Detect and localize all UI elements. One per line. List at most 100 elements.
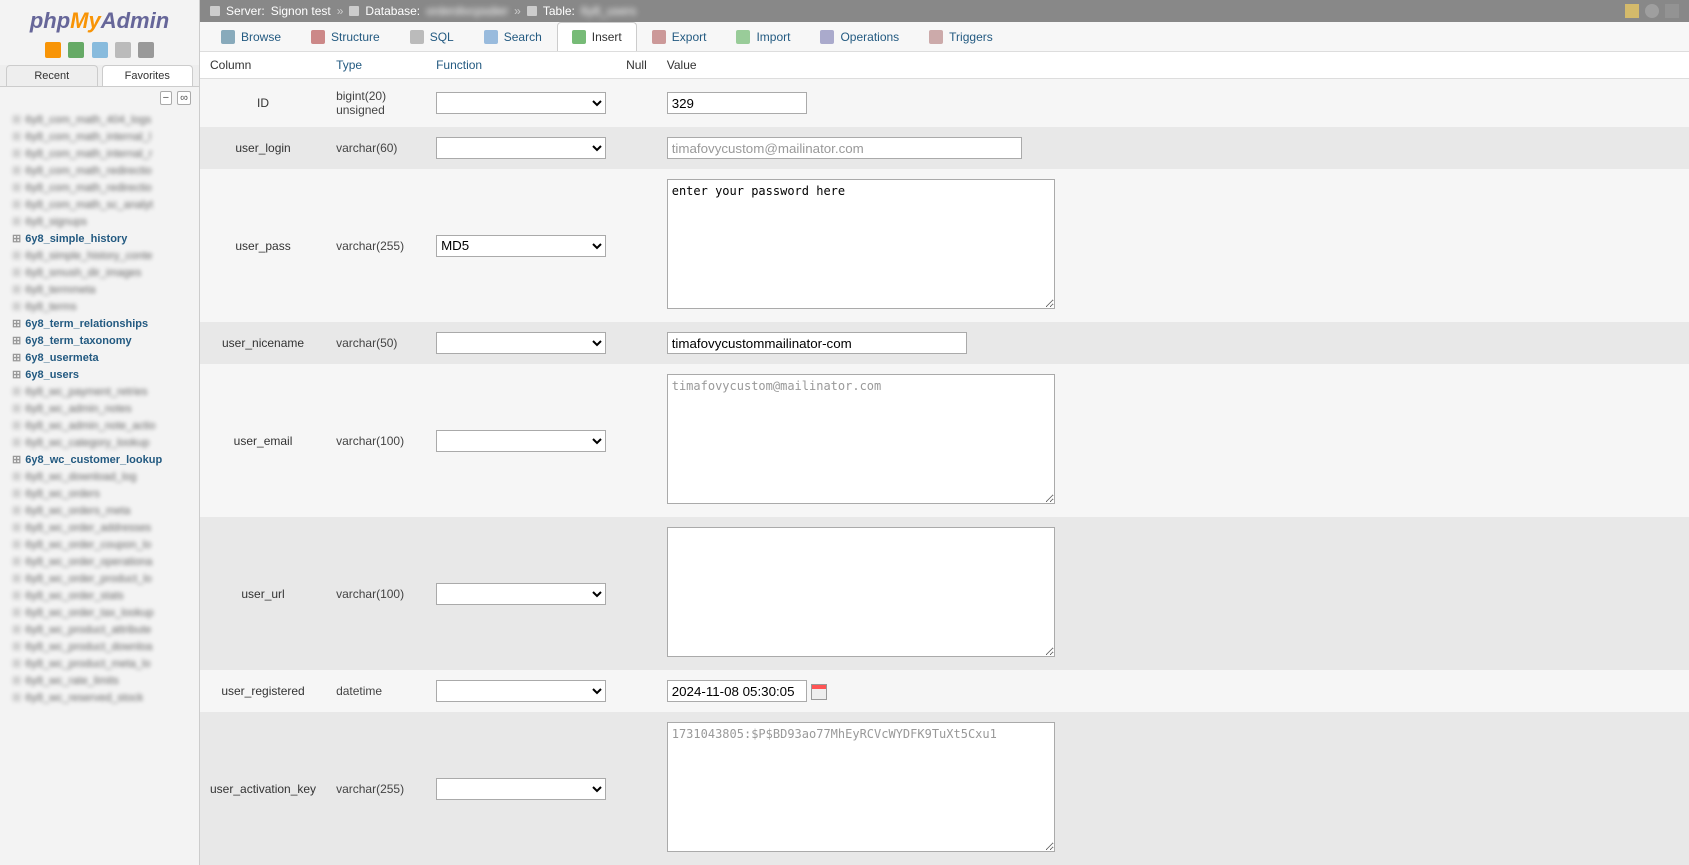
tree-item[interactable]: 6y8_wc_order_coupon_lo (4, 536, 195, 553)
tab-insert[interactable]: Insert (557, 22, 637, 51)
value-input[interactable] (667, 680, 807, 702)
tree-item[interactable]: 6y8_smush_dir_images (4, 264, 195, 281)
column-type: varchar(50) (326, 322, 426, 364)
value-input[interactable] (667, 332, 967, 354)
tree-item[interactable]: 6y8_term_relationships (4, 315, 195, 332)
settings-icon[interactable] (138, 42, 154, 58)
breadcrumb-sep: » (514, 4, 521, 18)
breadcrumb-db[interactable]: orderdivcpsdier (426, 4, 508, 18)
function-select[interactable] (436, 430, 606, 452)
tree-item[interactable]: 6y8_com_math_sc_analyt (4, 196, 195, 213)
gear-icon[interactable] (1645, 4, 1659, 18)
exit-icon[interactable] (1665, 4, 1679, 18)
breadcrumb-table[interactable]: 6y8_users (581, 4, 636, 18)
top-tabs: Browse Structure SQL Search Insert Expor… (200, 22, 1689, 52)
tree-item[interactable]: 6y8_wc_download_log (4, 468, 195, 485)
tree-item[interactable]: 6y8_com_math_internal_l (4, 128, 195, 145)
value-input[interactable]: enter your password here (667, 179, 1055, 309)
tree-item[interactable]: 6y8_com_math_redirectio (4, 179, 195, 196)
tree-item[interactable]: 6y8_wc_order_product_lo (4, 570, 195, 587)
tree-item[interactable]: 6y8_wc_category_lookup (4, 434, 195, 451)
function-select[interactable] (436, 583, 606, 605)
value-cell: 1731043805:$P$BD93ao77MhEyRCVcWYDFK9TuXt… (657, 712, 1689, 865)
main: Server: Signon test » Database: orderdiv… (200, 0, 1689, 865)
tree-item[interactable]: 6y8_wc_reserved_stock (4, 689, 195, 706)
tree-item[interactable]: 6y8_wc_payment_retries (4, 383, 195, 400)
col-header-type[interactable]: Type (326, 52, 426, 79)
operations-icon (820, 30, 834, 44)
tab-search[interactable]: Search (469, 22, 557, 51)
home-icon[interactable] (45, 42, 61, 58)
value-cell (657, 517, 1689, 670)
tree-item[interactable]: 6y8_wc_order_addresses (4, 519, 195, 536)
logo[interactable]: phpMyAdmin (0, 0, 199, 38)
function-select[interactable] (436, 332, 606, 354)
sidebar-toolbar (0, 38, 199, 65)
tab-sql[interactable]: SQL (395, 22, 469, 51)
tree-item[interactable]: 6y8_wc_product_meta_lo (4, 655, 195, 672)
tree-item[interactable]: 6y8_wc_product_attribute (4, 621, 195, 638)
value-input[interactable] (667, 527, 1055, 657)
tree-item[interactable]: 6y8_termmeta (4, 281, 195, 298)
logout-icon[interactable] (68, 42, 84, 58)
breadcrumb-server-label: Server: (226, 4, 265, 18)
value-input[interactable]: timafovycustom@mailinator.com (667, 374, 1055, 504)
function-select[interactable] (436, 92, 606, 114)
calendar-icon[interactable] (811, 684, 827, 700)
form-row: user_passvarchar(255)MD5enter your passw… (200, 169, 1689, 322)
tree-item[interactable]: 6y8_wc_orders_meta (4, 502, 195, 519)
column-name: user_nicename (200, 322, 326, 364)
tab-structure[interactable]: Structure (296, 22, 395, 51)
tree-item[interactable]: 6y8_terms (4, 298, 195, 315)
tree-item[interactable]: 6y8_com_math_redirectio (4, 162, 195, 179)
col-header-function[interactable]: Function (426, 52, 616, 79)
tree-item[interactable]: 6y8_wc_admin_note_actio (4, 417, 195, 434)
tree-item[interactable]: 6y8_com_math_internal_r (4, 145, 195, 162)
function-select[interactable] (436, 137, 606, 159)
tree-item[interactable]: 6y8_wc_order_tax_lookup (4, 604, 195, 621)
browse-icon (221, 30, 235, 44)
insert-form-table: Column Type Function Null Value IDbigint… (200, 52, 1689, 865)
value-input[interactable] (667, 137, 1022, 159)
value-input[interactable]: 1731043805:$P$BD93ao77MhEyRCVcWYDFK9TuXt… (667, 722, 1055, 852)
tab-recent[interactable]: Recent (6, 65, 98, 86)
function-select[interactable] (436, 778, 606, 800)
page-settings-icon[interactable] (1625, 4, 1639, 18)
tab-favorites[interactable]: Favorites (102, 65, 194, 86)
tree-item[interactable]: 6y8_wc_product_downloa (4, 638, 195, 655)
content: Column Type Function Null Value IDbigint… (200, 52, 1689, 865)
tree-item[interactable]: 6y8_wc_orders (4, 485, 195, 502)
breadcrumb-server[interactable]: Signon test (271, 4, 331, 18)
docs-icon[interactable] (92, 42, 108, 58)
reload-icon[interactable] (115, 42, 131, 58)
function-select[interactable] (436, 680, 606, 702)
tree-item[interactable]: 6y8_simple_history (4, 230, 195, 247)
tab-triggers[interactable]: Triggers (914, 22, 1008, 51)
tree-item[interactable]: 6y8_wc_admin_notes (4, 400, 195, 417)
value-input[interactable] (667, 92, 807, 114)
tree-item[interactable]: 6y8_wc_order_operationa (4, 553, 195, 570)
tab-browse[interactable]: Browse (206, 22, 296, 51)
tree-item[interactable]: 6y8_com_math_404_logs (4, 111, 195, 128)
form-row: user_emailvarchar(100)timafovycustom@mai… (200, 364, 1689, 517)
tree-item[interactable]: 6y8_users (4, 366, 195, 383)
tab-export[interactable]: Export (637, 22, 722, 51)
function-select[interactable]: MD5 (436, 235, 606, 257)
import-icon (736, 30, 750, 44)
tree-item[interactable]: 6y8_simple_history_conte (4, 247, 195, 264)
column-type: bigint(20) unsigned (326, 79, 426, 128)
tree-item[interactable]: 6y8_usermeta (4, 349, 195, 366)
tab-import[interactable]: Import (721, 22, 805, 51)
link-icon[interactable]: ∞ (177, 91, 191, 105)
form-row: user_urlvarchar(100) (200, 517, 1689, 670)
tree-item[interactable]: 6y8_term_taxonomy (4, 332, 195, 349)
collapse-all-icon[interactable]: − (160, 91, 172, 105)
tab-operations[interactable]: Operations (805, 22, 914, 51)
logo-php: php (30, 8, 70, 33)
tree-item[interactable]: 6y8_signups (4, 213, 195, 230)
tree-item[interactable]: 6y8_wc_order_stats (4, 587, 195, 604)
null-cell (616, 322, 657, 364)
db-tree[interactable]: 6y8_com_math_404_logs6y8_com_math_intern… (0, 109, 199, 865)
tree-item[interactable]: 6y8_wc_customer_lookup (4, 451, 195, 468)
tree-item[interactable]: 6y8_wc_rate_limits (4, 672, 195, 689)
